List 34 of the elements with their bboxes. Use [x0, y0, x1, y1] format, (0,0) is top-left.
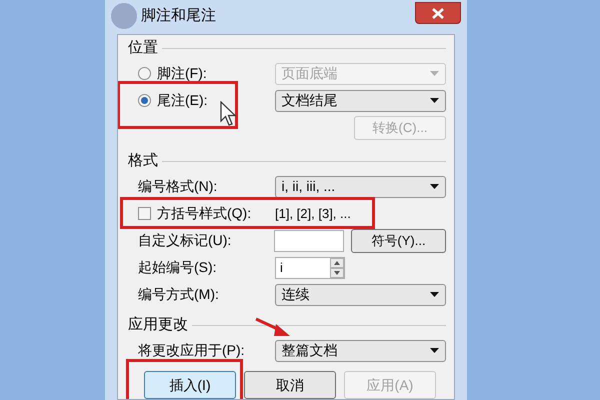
dialog-button[interactable]: 插入(I) — [144, 371, 236, 399]
field-label: 尾注(E): — [157, 91, 208, 110]
close-button[interactable] — [415, 2, 461, 24]
dropdown[interactable]: 连续 — [274, 284, 446, 306]
close-icon — [432, 8, 444, 18]
dropdown[interactable]: 文档结尾 — [274, 90, 446, 112]
field-label: 编号方式(M): — [138, 285, 219, 304]
spin-arrows-icon — [330, 258, 344, 278]
cursor-icon — [220, 101, 238, 127]
checkbox[interactable] — [138, 207, 151, 220]
app-icon — [111, 3, 137, 29]
field-label: 脚注(F): — [157, 64, 207, 83]
symbol-button[interactable]: 符号(Y)... — [351, 228, 446, 252]
input-field[interactable] — [274, 230, 344, 252]
caret-icon — [430, 71, 439, 76]
caret-icon — [430, 292, 439, 297]
window-title: 脚注和尾注 — [141, 6, 216, 26]
spinner-field[interactable]: i — [275, 256, 345, 278]
dialog-button[interactable]: 取消 — [244, 371, 336, 399]
field-label: 将更改应用于(P): — [138, 341, 245, 360]
section-heading: 位置 — [128, 38, 158, 58]
field-label: 编号格式(N): — [138, 177, 218, 196]
caret-icon — [430, 348, 439, 353]
section-heading: 格式 — [128, 150, 158, 171]
radio-button[interactable] — [138, 94, 151, 107]
caret-icon — [430, 98, 439, 103]
field-label: 起始编号(S): — [138, 258, 217, 277]
caret-icon — [430, 184, 439, 189]
field-label: 自定义标记(U): — [138, 231, 232, 250]
section-heading: 应用更改 — [128, 314, 188, 335]
sample-text: [1], [2], [3], ... — [275, 204, 351, 223]
field-label: 方括号样式(Q): — [157, 204, 252, 223]
dropdown[interactable]: i, ii, iii, ... — [274, 176, 446, 198]
radio-button[interactable] — [138, 67, 151, 80]
